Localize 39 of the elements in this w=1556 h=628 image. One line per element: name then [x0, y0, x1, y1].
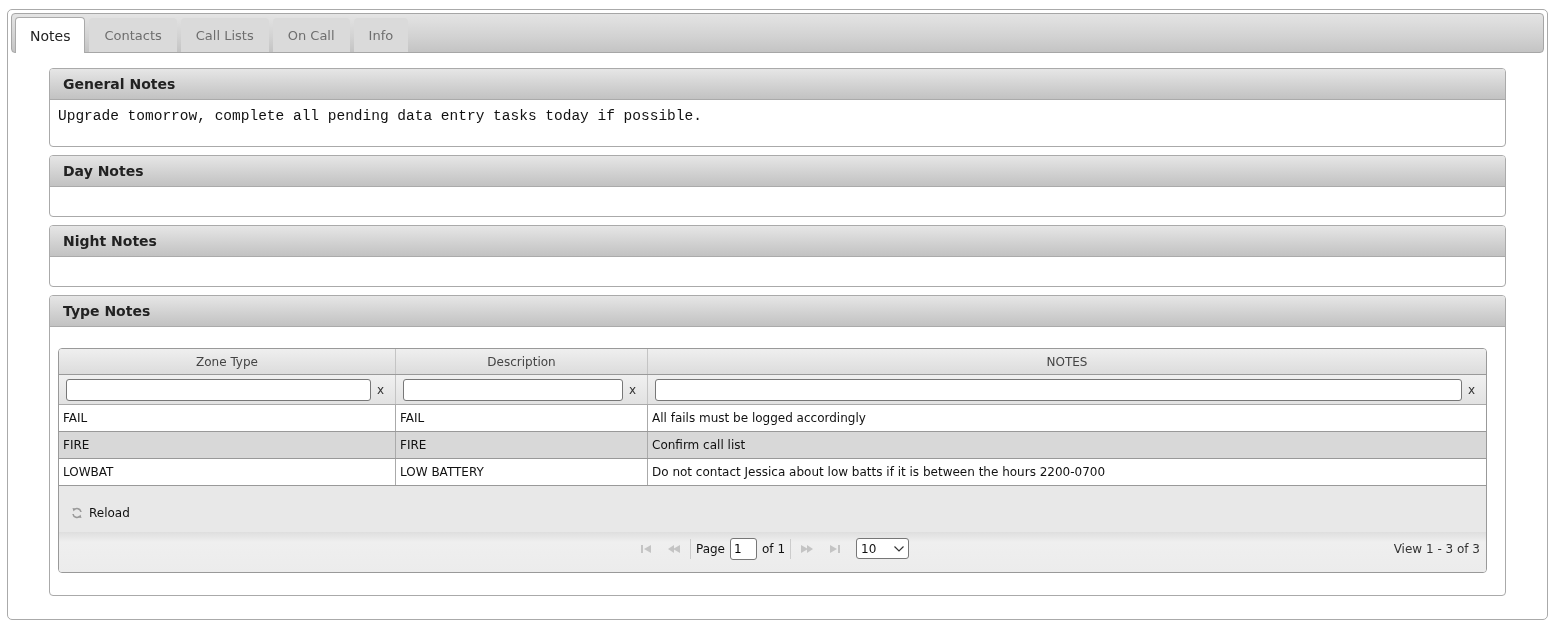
table-cell: FAIL: [59, 405, 396, 431]
column-header[interactable]: NOTES: [648, 349, 1486, 374]
clear-filter-button[interactable]: x: [1462, 382, 1486, 397]
column-header[interactable]: Description: [396, 349, 648, 374]
clear-filter-button[interactable]: x: [371, 382, 395, 397]
panel-header: Day Notes: [50, 156, 1505, 187]
table-cell-text: Confirm call list: [651, 437, 747, 454]
record-count: View 1 - 3 of 3: [1393, 541, 1480, 556]
page-count: of 1: [762, 541, 786, 556]
tab[interactable]: Notes: [15, 17, 86, 53]
table-row[interactable]: LOWBAT LOW BATTERY Do not contact Jessica about low batts if it is between the hours 2200-0700: [59, 459, 1486, 486]
tab[interactable]: On Call: [272, 18, 350, 52]
table-row[interactable]: FAIL FAIL All fails must be logged accordingly: [59, 405, 1486, 432]
panel-header: General Notes: [50, 69, 1505, 100]
panel-header: Night Notes: [50, 226, 1505, 257]
filter-input[interactable]: [403, 378, 623, 401]
page-label: Page: [695, 541, 725, 556]
table-cell: FIRE: [59, 432, 396, 458]
filter-input[interactable]: [66, 378, 371, 401]
table-cell-text: Do not contact Jessica about low batts if it is between the hours 2200-0700: [651, 464, 1107, 481]
clear-filter-button[interactable]: x: [623, 382, 647, 397]
tab[interactable]: Contacts: [89, 18, 177, 52]
table-cell: LOWBAT: [59, 459, 396, 485]
reload-button[interactable]: Reload: [71, 506, 130, 520]
column-header[interactable]: Zone Type: [59, 349, 396, 374]
page-input[interactable]: 1: [730, 537, 757, 560]
panel-header: Type Notes: [50, 296, 1505, 327]
notes-text: Upgrade tomorrow, complete all pending data entry tasks today if possible.: [58, 108, 703, 124]
table-row[interactable]: FIRE FIRE Confirm call list: [59, 432, 1486, 459]
chevron-icon: [894, 545, 905, 552]
page-size-select[interactable]: 10: [856, 538, 910, 559]
filter-input[interactable]: [655, 378, 1462, 401]
table-cell-text: All fails must be logged accordingly: [651, 410, 867, 427]
table-cell: LOW BATTERY: [396, 459, 648, 485]
table-cell: FAIL: [396, 405, 648, 431]
table-cell: FIRE: [396, 432, 648, 458]
refresh-icon: [71, 507, 83, 519]
tab[interactable]: Call Lists: [180, 18, 269, 52]
tab[interactable]: Info: [353, 18, 409, 52]
